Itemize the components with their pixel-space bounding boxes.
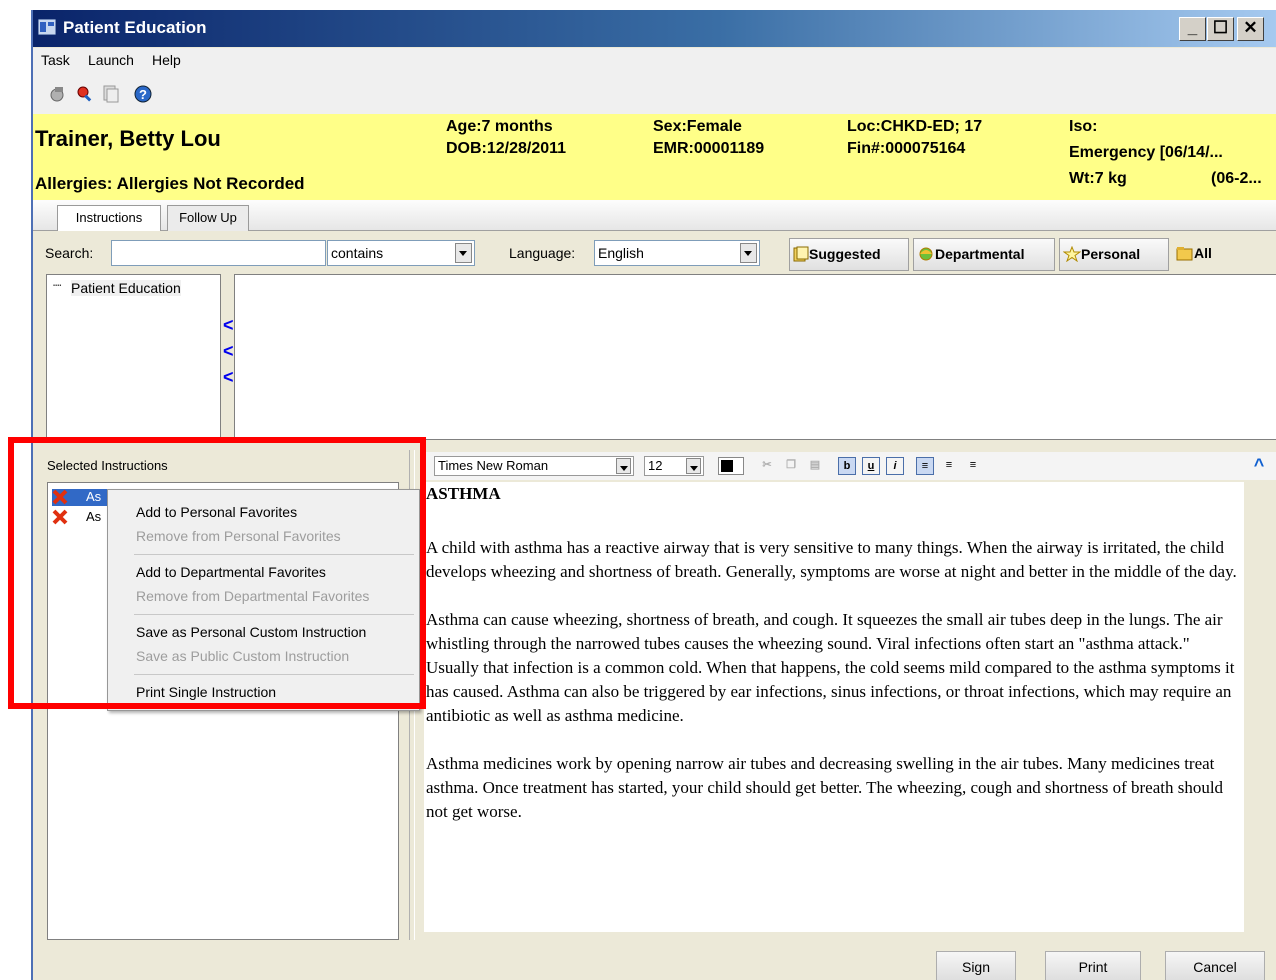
star-icon [1062, 245, 1082, 263]
emr-label: EMR:00001189 [653, 140, 765, 157]
menu-item-save-public-custom: Save as Public Custom Instruction [136, 648, 350, 664]
document-paragraph: Asthma medicines work by opening narrow … [426, 754, 1224, 821]
menu-launch[interactable]: Launch [88, 52, 134, 68]
dob-label: DOB:12/28/2011 [446, 140, 567, 157]
collapse-arrow-icon[interactable]: < [223, 341, 234, 362]
menu-item-add-personal-favorites[interactable]: Add to Personal Favorites [136, 504, 297, 520]
print-button[interactable]: Print [1045, 951, 1141, 980]
tab-strip: Instructions Follow Up [33, 200, 1276, 231]
color-swatch [721, 460, 733, 472]
language-select[interactable]: English [594, 240, 760, 266]
search-mode-select[interactable]: contains [327, 240, 475, 266]
menu-bar: Task Launch Help [33, 48, 1276, 74]
help-icon[interactable]: ? [133, 84, 153, 104]
language-value: English [598, 245, 644, 261]
minimize-button[interactable]: _ [1179, 17, 1206, 41]
iso-label: Iso: [1069, 118, 1098, 135]
document-paragraph: Asthma can cause wheezing, shortness of … [426, 610, 1235, 725]
svg-text:?: ? [139, 87, 147, 102]
suggested-icon [793, 246, 809, 262]
suggested-button[interactable]: Suggested [789, 238, 909, 271]
sex-label: Sex:Female [653, 118, 742, 135]
copy-icon[interactable] [101, 84, 121, 104]
delete-icon[interactable] [52, 509, 68, 525]
cut-icon: ✂ [762, 459, 772, 471]
sign-button[interactable]: Sign [936, 951, 1016, 980]
menu-item-remove-personal-favorites: Remove from Personal Favorites [136, 528, 341, 544]
paste-icon: ▤ [809, 459, 821, 471]
search-label: Search: [45, 245, 94, 261]
personal-button[interactable]: Personal [1059, 238, 1169, 271]
chevron-down-icon[interactable] [686, 458, 701, 474]
bold-button[interactable]: b [838, 457, 856, 475]
collapse-up-icon[interactable]: ^ [1250, 456, 1268, 475]
tab-follow-up[interactable]: Follow Up [167, 205, 249, 231]
menu-item-add-departmental-favorites[interactable]: Add to Departmental Favorites [136, 564, 326, 580]
results-list[interactable] [234, 274, 1276, 440]
departmental-icon [919, 247, 933, 261]
tab-instructions[interactable]: Instructions [57, 205, 161, 231]
search-input[interactable] [111, 240, 326, 266]
search-mode-value: contains [331, 245, 384, 261]
collapse-arrow-icon[interactable]: < [223, 367, 234, 388]
underline-button[interactable]: u [862, 457, 880, 475]
weight-date-label: (06-2... [1211, 170, 1262, 187]
menu-item-print-single-instruction[interactable]: Print Single Instruction [136, 684, 276, 700]
document-title: ASTHMA [426, 484, 501, 503]
align-left-icon[interactable]: ≡ [916, 457, 934, 475]
window-title: Patient Education [63, 18, 207, 37]
maximize-button[interactable]: ☐ [1207, 17, 1234, 41]
instruction-editor[interactable]: ASTHMA A child with asthma has a reactiv… [424, 482, 1244, 932]
copy-icon: ❐ [786, 459, 796, 471]
chevron-down-icon[interactable] [616, 458, 631, 474]
search-icon[interactable] [75, 84, 95, 104]
align-center-icon[interactable]: ≡ [940, 457, 958, 475]
context-menu: Add to Personal Favorites Remove from Pe… [107, 489, 420, 711]
encounter-label: Emergency [06/14/... [1069, 144, 1223, 161]
title-bar[interactable]: Patient Education _ ☐ ✕ [33, 10, 1276, 47]
delete-icon[interactable] [52, 489, 68, 505]
align-right-icon[interactable]: ≡ [964, 457, 982, 475]
menu-separator [134, 554, 414, 555]
close-button[interactable]: ✕ [1237, 17, 1264, 41]
font-size-select[interactable]: 12 [644, 456, 704, 476]
menu-task[interactable]: Task [41, 52, 70, 68]
tree-connector: ┈ [53, 277, 62, 293]
editor-margin [1244, 482, 1276, 932]
editor-toolbar: Times New Roman 12 ✂ ❐ ▤ b u i ≡ ≡ ≡ ^ [422, 452, 1276, 480]
toolbar: ? [33, 74, 1276, 114]
language-label: Language: [509, 245, 576, 261]
print-icon[interactable] [47, 84, 67, 104]
category-tree: ┈ Patient Education [46, 274, 221, 440]
patient-banner: Trainer, Betty Lou Allergies: Allergies … [33, 114, 1276, 200]
location-label: Loc:CHKD-ED; 17 [847, 118, 983, 135]
cancel-button[interactable]: Cancel [1165, 951, 1265, 980]
allergies-label: Allergies: Allergies Not Recorded [35, 174, 305, 193]
italic-button[interactable]: i [886, 457, 904, 475]
departmental-button[interactable]: Departmental [913, 238, 1055, 271]
menu-item-remove-departmental-favorites: Remove from Departmental Favorites [136, 588, 370, 604]
app-icon [38, 19, 56, 35]
menu-separator [134, 674, 414, 675]
fin-label: Fin#:000075164 [847, 140, 966, 157]
font-select[interactable]: Times New Roman [434, 456, 634, 476]
weight-label: Wt:7 kg [1069, 170, 1127, 187]
menu-separator [134, 614, 414, 615]
menu-item-save-personal-custom[interactable]: Save as Personal Custom Instruction [136, 624, 366, 640]
collapse-arrow-icon[interactable]: < [223, 315, 234, 336]
chevron-down-icon[interactable] [740, 243, 757, 263]
color-picker[interactable] [718, 457, 744, 475]
tree-item-patient-education[interactable]: Patient Education [71, 280, 181, 296]
document-paragraph: A child with asthma has a reactive airwa… [426, 538, 1237, 581]
selected-instructions-label: Selected Instructions [47, 458, 168, 473]
chevron-down-icon[interactable] [455, 243, 472, 263]
patient-name: Trainer, Betty Lou [35, 126, 221, 151]
folder-icon [1176, 247, 1193, 261]
age-label: Age:7 months [446, 118, 553, 135]
menu-help[interactable]: Help [152, 52, 181, 68]
patient-education-window: Patient Education _ ☐ ✕ Task Launch Help… [31, 10, 1276, 980]
all-button[interactable]: All [1173, 238, 1229, 271]
